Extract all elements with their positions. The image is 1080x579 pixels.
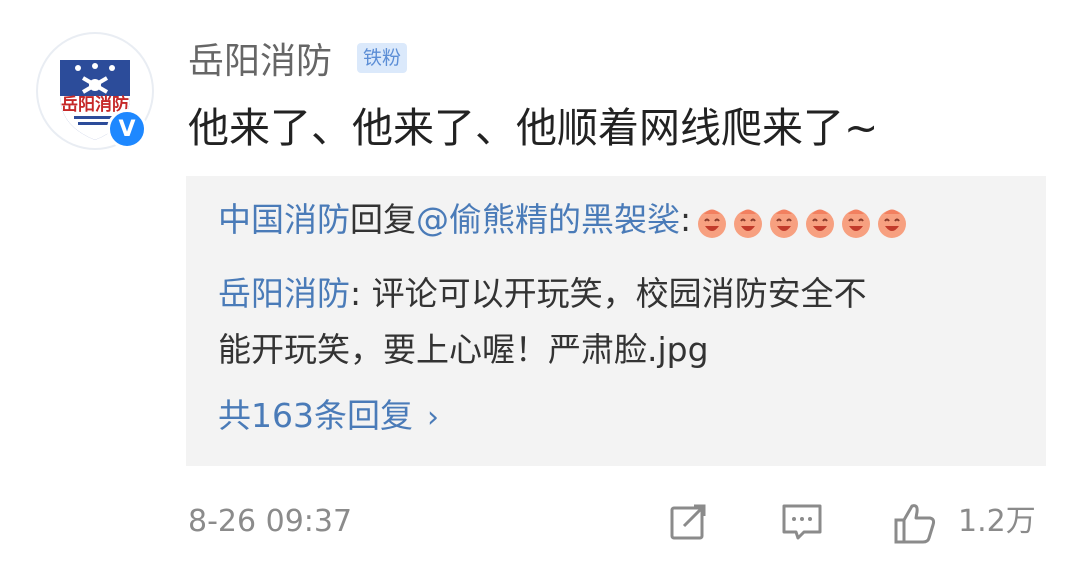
like-count: 1.2万: [958, 504, 1036, 539]
reply-colon: :: [680, 200, 692, 239]
comment-icon: [782, 504, 822, 540]
more-replies-link[interactable]: 共163条回复 ›: [218, 392, 439, 442]
reply-text-part1: : 评论可以开玩笑，校园消防安全不: [350, 274, 867, 313]
reply-author-link[interactable]: 中国消防: [218, 200, 350, 239]
reply-action-text: 回复: [350, 200, 416, 239]
laughing-face-emoji: [698, 209, 727, 238]
emoji-row: [695, 198, 911, 246]
chevron-right-icon: ›: [427, 400, 439, 435]
share-button[interactable]: [666, 500, 710, 548]
reply-line-1: 中国消防回复@偷熊精的黑袈裟:: [218, 196, 911, 246]
more-replies-label: 共163条回复: [218, 396, 413, 435]
post-time: 8-26 09:37: [188, 504, 353, 539]
share-icon: [670, 504, 706, 540]
laughing-face-emoji: [842, 209, 871, 238]
thumbs-up-icon: [894, 504, 936, 544]
laughing-face-emoji: [878, 209, 907, 238]
fan-badge: 铁粉: [357, 43, 408, 73]
author-name[interactable]: 岳阳消防: [188, 38, 332, 86]
reply-author-link-2[interactable]: 岳阳消防: [218, 274, 350, 313]
reply-line-2: 岳阳消防: 评论可以开玩笑，校园消防安全不: [218, 270, 867, 318]
verified-badge-icon: V: [107, 109, 147, 149]
laughing-face-emoji: [734, 209, 763, 238]
comment-button[interactable]: [780, 500, 824, 548]
comment-text: 他来了、他来了、他顺着网线爬来了~: [188, 104, 879, 152]
reply-line-3: 能开玩笑，要上心喔！严肃脸.jpg: [218, 330, 709, 369]
like-button[interactable]: [892, 500, 938, 550]
reply-preview[interactable]: 中国消防回复@偷熊精的黑袈裟: 岳阳消防: 评论可以开玩笑，校园消防安全不 能开…: [186, 176, 1046, 466]
laughing-face-emoji: [806, 209, 835, 238]
mention-link[interactable]: @偷熊精的黑袈裟: [416, 200, 680, 239]
laughing-face-emoji: [770, 209, 799, 238]
